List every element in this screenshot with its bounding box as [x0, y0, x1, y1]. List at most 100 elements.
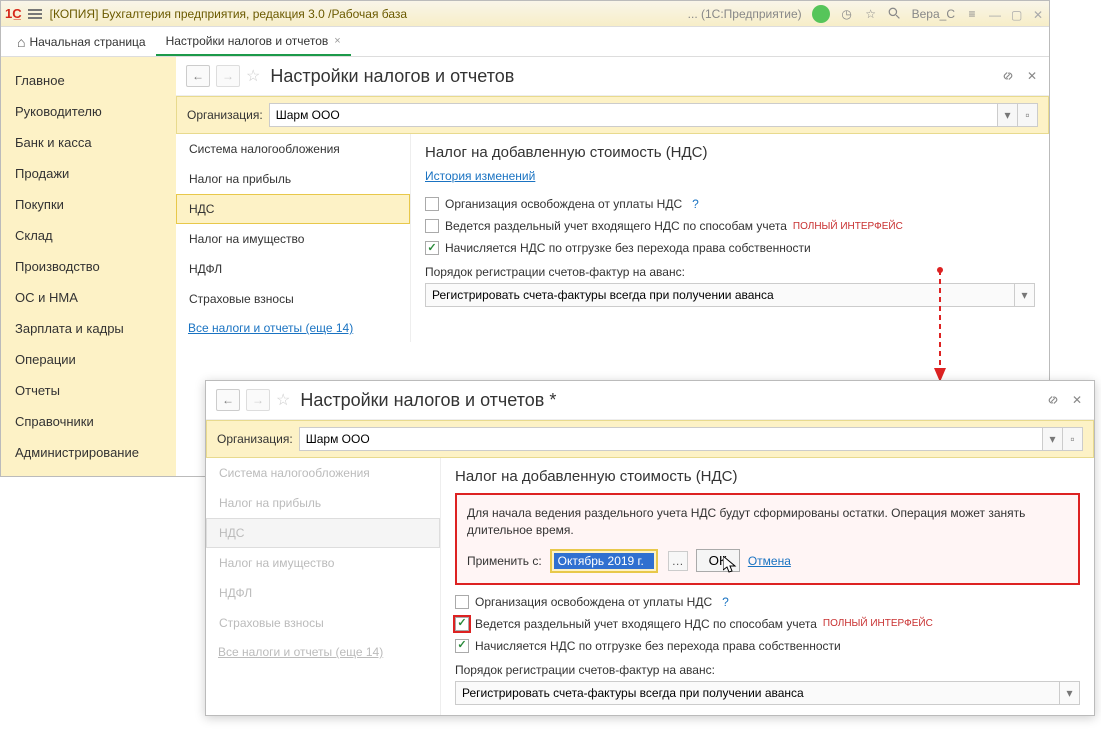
sidebar-item-operations[interactable]: Операции: [1, 344, 176, 375]
cb2-row-shipment: Начисляется НДС по отгрузке без перехода…: [455, 639, 1080, 653]
burger-icon[interactable]: [28, 7, 42, 21]
nav-insurance[interactable]: Страховые взносы: [176, 284, 410, 314]
vat2-heading: Налог на добавленную стоимость (НДС): [455, 468, 1080, 485]
user-label[interactable]: Вера_С: [912, 7, 955, 21]
chevron2-down-icon[interactable]: ▾: [1059, 682, 1079, 704]
link2-icon[interactable]: [1046, 393, 1060, 407]
cb-exempt-label: Организация освобождена от уплаты НДС: [445, 197, 682, 211]
nav-vat[interactable]: НДС: [176, 194, 410, 224]
ok-button[interactable]: ОК: [696, 549, 740, 572]
tab-home-label: Начальная страница: [29, 35, 145, 49]
org-dropdown-icon[interactable]: ▾: [997, 104, 1017, 126]
sidebar-item-production[interactable]: Производство: [1, 251, 176, 282]
status-indicator-icon[interactable]: [812, 5, 830, 23]
vat-heading: Налог на добавленную стоимость (НДС): [425, 144, 1035, 161]
panel-title: Настройки налогов и отчетов: [270, 66, 514, 87]
tab-settings-taxes[interactable]: Настройки налогов и отчетов ×: [156, 28, 351, 56]
full-interface-badge2[interactable]: ПОЛНЫЙ ИНТЕРФЕЙС: [823, 618, 933, 629]
sidebar-item-assets[interactable]: ОС и НМА: [1, 282, 176, 313]
cb-row-separate: Ведется раздельный учет входящего НДС по…: [425, 219, 1035, 233]
star-icon[interactable]: ☆: [864, 7, 878, 21]
cb-exempt[interactable]: [425, 197, 439, 211]
tab-close-icon[interactable]: ×: [334, 35, 340, 47]
sidebar-item-warehouse[interactable]: Склад: [1, 220, 176, 251]
settings2-nav: Система налогообложения Налог на прибыль…: [206, 458, 441, 715]
nav-tax-system[interactable]: Система налогообложения: [176, 134, 410, 164]
cb-row-exempt: Организация освобождена от уплаты НДС ?: [425, 197, 1035, 211]
link-icon[interactable]: [1001, 69, 1015, 83]
cb-shipment[interactable]: [425, 241, 439, 255]
nav2-back-button[interactable]: ←: [216, 389, 240, 411]
full-interface-badge[interactable]: ПОЛНЫЙ ИНТЕРФЕЙС: [793, 221, 903, 232]
invoice-order-value[interactable]: [426, 284, 1014, 306]
nav-back-button[interactable]: ←: [186, 65, 210, 87]
settings-columns: Система налогообложения Налог на прибыль…: [176, 134, 1049, 342]
nav2-tax-system[interactable]: Система налогообложения: [206, 458, 440, 488]
nav-all-taxes-link[interactable]: Все налоги и отчеты (еще 14): [176, 314, 410, 342]
search-icon[interactable]: [888, 7, 902, 21]
date-input-wrap: [550, 549, 658, 573]
invoice-order-dropdown[interactable]: ▾: [425, 283, 1035, 307]
clock-icon[interactable]: ◷: [840, 7, 854, 21]
tabs-bar: ⌂ Начальная страница Настройки налогов и…: [1, 27, 1049, 57]
sidebar-item-catalogs[interactable]: Справочники: [1, 406, 176, 437]
close-icon[interactable]: ✕: [1033, 8, 1045, 20]
window-modified: ← → ☆ Настройки налогов и отчетов * ✕ Ор…: [205, 380, 1095, 716]
nav2-insurance[interactable]: Страховые взносы: [206, 608, 440, 638]
nav2-profit-tax[interactable]: Налог на прибыль: [206, 488, 440, 518]
sidebar-item-bank[interactable]: Банк и касса: [1, 127, 176, 158]
nav-ndfl[interactable]: НДФЛ: [176, 254, 410, 284]
org-label: Организация:: [187, 108, 263, 122]
sidebar-item-sales[interactable]: Продажи: [1, 158, 176, 189]
filter-icon[interactable]: ≡: [965, 7, 979, 21]
sidebar-item-director[interactable]: Руководителю: [1, 96, 176, 127]
nav-forward-button[interactable]: →: [216, 65, 240, 87]
nav-profit-tax[interactable]: Налог на прибыль: [176, 164, 410, 194]
cb2-exempt[interactable]: [455, 595, 469, 609]
confirm-dialog: Для начала ведения раздельного учета НДС…: [455, 493, 1080, 585]
sidebar-item-main[interactable]: Главное: [1, 65, 176, 96]
invoice2-order-value[interactable]: [456, 682, 1059, 704]
cb-row-shipment: Начисляется НДС по отгрузке без перехода…: [425, 241, 1035, 255]
nav2-all-taxes-link[interactable]: Все налоги и отчеты (еще 14): [206, 638, 440, 666]
org-input[interactable]: [270, 104, 997, 126]
date-picker-button[interactable]: …: [668, 551, 688, 571]
nav2-forward-button[interactable]: →: [246, 389, 270, 411]
panel-close-icon[interactable]: ✕: [1025, 69, 1039, 83]
settings2-body: Налог на добавленную стоимость (НДС) Для…: [441, 458, 1094, 715]
cancel-link[interactable]: Отмена: [748, 554, 791, 568]
maximize-icon[interactable]: ▢: [1011, 8, 1023, 20]
apply-row: Применить с: … ОК Отмена: [467, 549, 1068, 573]
cb-shipment-label: Начисляется НДС по отгрузке без перехода…: [445, 241, 811, 255]
org2-open-icon[interactable]: ▫: [1062, 428, 1082, 450]
help-icon[interactable]: ?: [692, 197, 699, 211]
panel-header: ← → ☆ Настройки налогов и отчетов ✕: [176, 57, 1049, 96]
panel2-close-icon[interactable]: ✕: [1070, 393, 1084, 407]
sidebar-item-admin[interactable]: Администрирование: [1, 437, 176, 468]
favorite-icon[interactable]: ☆: [246, 66, 260, 86]
help2-icon[interactable]: ?: [722, 595, 729, 609]
sidebar-item-salary[interactable]: Зарплата и кадры: [1, 313, 176, 344]
nav-property-tax[interactable]: Налог на имущество: [176, 224, 410, 254]
nav2-property-tax[interactable]: Налог на имущество: [206, 548, 440, 578]
chevron-down-icon[interactable]: ▾: [1014, 284, 1034, 306]
org-input-wrap: ▾ ▫: [269, 103, 1038, 127]
apply-date-input[interactable]: [554, 553, 654, 569]
sidebar-item-reports[interactable]: Отчеты: [1, 375, 176, 406]
sidebar-item-purchases[interactable]: Покупки: [1, 189, 176, 220]
org-open-icon[interactable]: ▫: [1017, 104, 1037, 126]
org2-dropdown-icon[interactable]: ▾: [1042, 428, 1062, 450]
invoice2-order-dropdown[interactable]: ▾: [455, 681, 1080, 705]
org-row: Организация: ▾ ▫: [176, 96, 1049, 134]
minimize-icon[interactable]: —: [989, 8, 1001, 20]
history-link[interactable]: История изменений: [425, 169, 535, 183]
tab-home[interactable]: ⌂ Начальная страница: [7, 28, 156, 56]
org2-input[interactable]: [300, 428, 1042, 450]
nav2-ndfl[interactable]: НДФЛ: [206, 578, 440, 608]
favorite2-icon[interactable]: ☆: [276, 390, 290, 410]
nav2-vat[interactable]: НДС: [206, 518, 440, 548]
cb2-separate[interactable]: [455, 617, 469, 631]
cb-separate[interactable]: [425, 219, 439, 233]
cb2-shipment[interactable]: [455, 639, 469, 653]
apply-label: Применить с:: [467, 554, 542, 568]
